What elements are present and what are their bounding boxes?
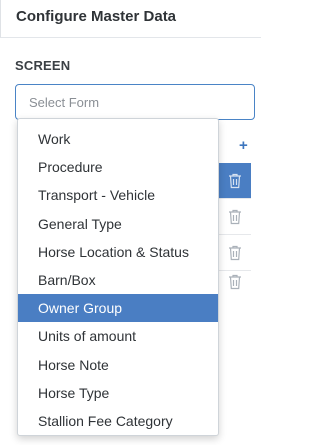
- dropdown-item-work[interactable]: Work: [18, 125, 218, 153]
- dropdown-item-horse-note[interactable]: Horse Note: [18, 351, 218, 379]
- dropdown-item-procedure[interactable]: Procedure: [18, 153, 218, 181]
- dropdown-item-stallion-fee-category[interactable]: Stallion Fee Category: [18, 407, 218, 435]
- select-form-input[interactable]: [15, 84, 255, 120]
- form-dropdown-menu: Work Procedure Transport - Vehicle Gener…: [17, 118, 219, 436]
- plus-icon[interactable]: +: [239, 137, 248, 154]
- trash-icon[interactable]: [228, 274, 242, 290]
- trash-icon[interactable]: [228, 173, 242, 189]
- trash-icon[interactable]: [228, 209, 242, 225]
- dropdown-item-units-of-amount[interactable]: Units of amount: [18, 322, 218, 350]
- panel-header: Configure Master Data: [0, 0, 261, 38]
- dropdown-item-barn-box[interactable]: Barn/Box: [18, 266, 218, 294]
- section-label: SCREEN: [15, 58, 71, 73]
- dropdown-item-horse-location-status[interactable]: Horse Location & Status: [18, 238, 218, 266]
- dropdown-item-transport-vehicle[interactable]: Transport - Vehicle: [18, 181, 218, 209]
- dropdown-item-general-type[interactable]: General Type: [18, 210, 218, 238]
- dropdown-item-horse-type[interactable]: Horse Type: [18, 379, 218, 407]
- trash-icon[interactable]: [228, 245, 242, 261]
- dropdown-item-owner-group[interactable]: Owner Group: [18, 294, 218, 323]
- panel-title: Configure Master Data: [16, 8, 177, 25]
